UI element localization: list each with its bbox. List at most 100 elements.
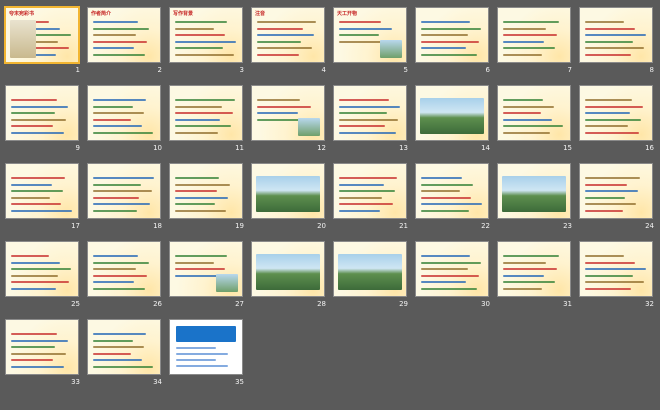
text-line [339,196,382,199]
slide-number: 3 [239,66,244,74]
text-line [503,281,555,283]
text-line [93,27,149,30]
slide-number: 1 [75,66,80,74]
text-line [93,255,138,257]
text-line [175,21,227,23]
slide-thumbnail[interactable] [580,164,652,218]
text-line [503,268,557,270]
slide-thumbnail[interactable]: 注音 [252,8,324,62]
text-line [93,47,134,49]
text-line [257,40,301,43]
text-line [175,112,233,114]
text-line [11,177,65,179]
slide-thumbnail[interactable] [88,164,160,218]
slide-thumbnail[interactable] [6,320,78,374]
text-line [175,261,214,264]
text-line [11,339,68,342]
slide-number: 2 [157,66,162,74]
slide-thumbnail[interactable]: 夸末宛彩书 [6,8,78,62]
slide-thumbnail[interactable] [170,86,242,140]
text-line [257,53,299,56]
slide-thumbnail[interactable] [6,86,78,140]
slide-thumbnail[interactable]: 天工开物 [334,8,406,62]
slide-number: 10 [153,144,162,152]
slide-number: 29 [399,300,408,308]
slide-thumbnail[interactable] [416,164,488,218]
slide-thumbnail[interactable] [170,242,242,296]
text-line [93,34,136,36]
slide-thumbnail[interactable]: 作者简介 [88,8,160,62]
text-line [421,27,481,30]
text-line [339,27,392,30]
slide-thumbnail[interactable] [88,320,160,374]
slide-thumbnail[interactable] [252,86,324,140]
slide-thumbnail[interactable] [170,164,242,218]
text-line [585,118,641,121]
slide-thumbnail[interactable] [498,8,570,62]
text-line [503,287,542,290]
slide-thumbnail[interactable] [498,86,570,140]
slide-thumbnail[interactable] [580,86,652,140]
slide-thumbnail[interactable] [334,86,406,140]
slide-thumbnail[interactable] [6,164,78,218]
text-line [11,359,53,361]
slide-number: 9 [75,144,80,152]
slide-thumbnail[interactable] [580,8,652,62]
text-line [421,268,468,270]
slide-sorter-view: 夸末宛彩书 1 作者简介 2 写作背景 3 注音 4 天工开物 5 6 7 8 9 10 11 12 13 14 15… [0,0,660,410]
text-line [93,99,146,101]
slide-title: 注音 [255,11,266,17]
text-line [11,99,57,101]
landscape-image [256,176,320,212]
text-line [93,125,142,127]
slide-thumbnail[interactable] [334,164,406,218]
text-line [93,365,153,368]
slide-thumbnail[interactable]: 写作背景 [170,8,242,62]
slide-thumbnail[interactable] [334,242,406,296]
text-line [503,99,543,101]
text-line [175,131,218,134]
text-line [503,112,541,114]
slide-number: 11 [235,144,244,152]
slide-thumbnail[interactable] [498,242,570,296]
slide-number: 13 [399,144,408,152]
text-line [503,27,546,30]
slide-number: 35 [235,378,244,386]
slide-title: 作者简介 [91,11,112,17]
text-line [93,196,139,199]
slide-number: 16 [645,144,654,152]
text-line [503,125,563,127]
text-line [421,281,466,283]
text-line [503,261,546,264]
text-line [257,99,300,101]
text-line [11,118,66,121]
slide-thumbnail[interactable] [6,242,78,296]
slide-thumbnail[interactable] [498,164,570,218]
text-line [257,27,303,30]
text-line [421,261,481,264]
text-line [585,21,624,23]
text-line [585,255,624,257]
text-line [93,53,145,56]
slide-thumbnail[interactable] [252,164,324,218]
slide-thumbnail[interactable] [252,242,324,296]
slide-thumbnail[interactable] [416,242,488,296]
slide-thumbnail[interactable] [170,320,242,374]
text-line [421,21,470,23]
text-line [175,53,234,56]
slide-thumbnail[interactable] [88,86,160,140]
text-line [176,347,216,349]
landscape-image [256,254,320,290]
text-line [175,190,217,192]
cover-illustration [10,20,36,58]
text-line [503,131,550,134]
text-line [503,105,554,108]
text-line [175,40,236,43]
slide-thumbnail[interactable] [88,242,160,296]
slide-number: 12 [317,144,326,152]
slide-thumbnail[interactable] [580,242,652,296]
slide-thumbnail[interactable] [416,86,488,140]
slide-thumbnail[interactable] [416,8,488,62]
text-line [585,268,646,270]
text-line [93,339,133,342]
